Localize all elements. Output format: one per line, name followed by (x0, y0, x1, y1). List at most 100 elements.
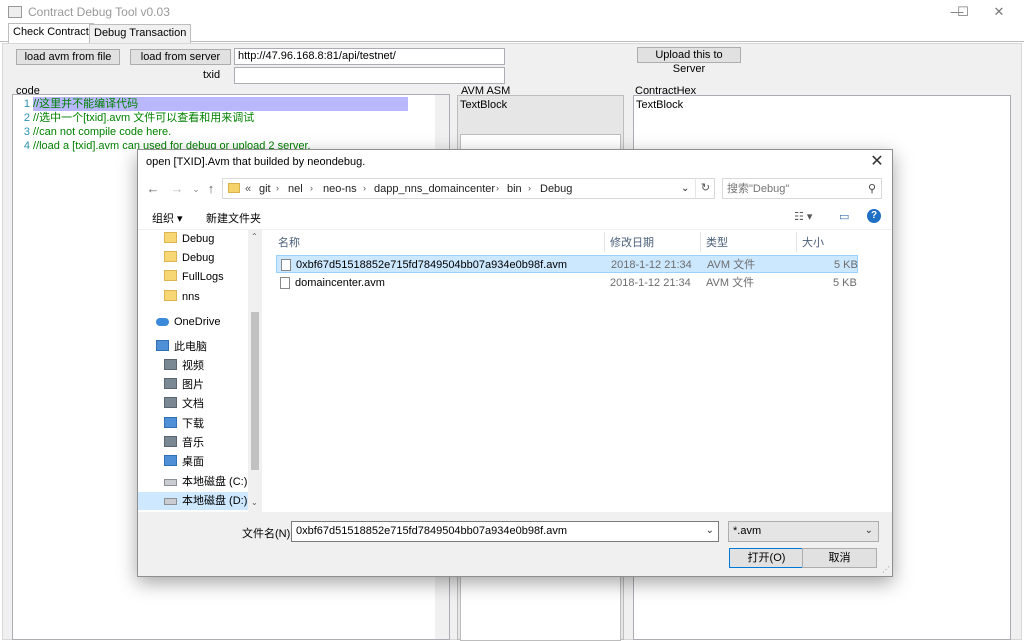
nav-item-label: Debug (182, 233, 215, 245)
code-line: 2//选中一个[txid].avm 文件可以查看和用来调试 (16, 111, 254, 125)
txid-input[interactable] (234, 67, 505, 84)
folder-icon (164, 232, 177, 243)
nav-item-desktop[interactable]: 桌面 (164, 453, 204, 471)
folder-icon (228, 183, 240, 193)
refresh-icon[interactable]: ↻ (695, 178, 715, 199)
search-input[interactable] (727, 181, 857, 196)
resize-grip-icon[interactable]: ⋰ (882, 565, 890, 574)
view-options-icon[interactable]: ☷ ▾ (794, 210, 812, 223)
music-icon (164, 436, 177, 447)
nav-item-pictures[interactable]: 图片 (164, 376, 204, 394)
nav-item-onedrive[interactable]: OneDrive (156, 313, 220, 331)
breadcrumb-nel[interactable]: nel (288, 183, 303, 195)
search-icon[interactable]: ⚲ (868, 182, 876, 195)
nav-item-debug[interactable]: Debug (164, 249, 214, 267)
dialog-footer: 文件名(N): 0xbf67d51518852e715fd7849504bb07… (138, 512, 892, 576)
breadcrumb-overflow[interactable]: « (245, 183, 251, 195)
code-line: 1//这里并不能编译代码 (16, 97, 410, 111)
nav-item-debug[interactable]: Debug (164, 230, 214, 248)
load-from-server-button[interactable]: load from server (130, 49, 231, 65)
navigation-pane: Debug Debug FullLogs nns OneDrive 此电脑 视频… (138, 230, 262, 512)
breadcrumb-debug[interactable]: Debug (540, 183, 572, 195)
video-icon (164, 359, 177, 370)
nav-item-this-pc[interactable]: 此电脑 (156, 338, 207, 356)
code-text: //can not compile code here. (33, 126, 172, 138)
column-header-size[interactable]: 大小 (802, 234, 824, 250)
file-size: 5 KB (833, 277, 857, 289)
nav-item-label: 音乐 (182, 437, 204, 449)
column-divider[interactable] (796, 232, 797, 252)
dialog-toolbar: 组织 ▾ 新建文件夹 ☷ ▾ ▭ ? (138, 206, 892, 230)
breadcrumb-bin[interactable]: bin (507, 183, 522, 195)
nav-item-label: 本地磁盘 (C:) (182, 476, 248, 488)
nav-item-music[interactable]: 音乐 (164, 434, 204, 452)
computer-icon (156, 340, 169, 351)
nav-item-label: 下载 (182, 418, 204, 430)
nav-item-downloads[interactable]: 下载 (164, 415, 204, 433)
nav-item-drive-c[interactable]: 本地磁盘 (C:) (164, 473, 247, 491)
dialog-close-button[interactable]: ✕ (862, 150, 892, 176)
breadcrumb-domaincenter[interactable]: dapp_nns_domaincenter (374, 183, 495, 195)
chevron-right-icon[interactable]: › (363, 183, 366, 193)
file-row[interactable]: 0xbf67d51518852e715fd7849504bb07a934e0b9… (276, 255, 858, 273)
app-icon (8, 6, 22, 18)
picture-icon (164, 378, 177, 389)
filename-input[interactable]: 0xbf67d51518852e715fd7849504bb07a934e0b9… (291, 521, 719, 542)
file-type-select[interactable]: *.avm ⌄ (728, 521, 879, 542)
chevron-right-icon[interactable]: › (496, 183, 499, 193)
drive-icon (164, 479, 177, 486)
line-number: 3 (23, 126, 30, 138)
organize-menu[interactable]: 组织 ▾ (152, 210, 183, 226)
back-icon[interactable]: ← (144, 180, 162, 198)
load-avm-file-button[interactable]: load avm from file (16, 49, 120, 65)
nav-item-videos[interactable]: 视频 (164, 357, 204, 375)
column-header-name[interactable]: 名称 (278, 234, 300, 250)
address-dropdown-icon[interactable]: ⌄ (681, 183, 689, 194)
nav-scroll-thumb[interactable] (251, 312, 259, 470)
chevron-right-icon[interactable]: › (310, 183, 313, 193)
nav-item-fulllogs[interactable]: FullLogs (164, 268, 224, 286)
scroll-down-icon[interactable]: ⌄ (251, 498, 258, 507)
nav-item-label: 文档 (182, 398, 204, 410)
tab-strip: Check Contract Debug Transaction (0, 23, 1024, 43)
download-icon (164, 417, 177, 428)
column-header-type[interactable]: 类型 (706, 234, 728, 250)
code-text: //这里并不能编译代码 (33, 97, 408, 111)
forward-icon[interactable]: → (168, 180, 186, 198)
nav-item-label: nns (182, 291, 200, 303)
chevron-right-icon[interactable]: › (528, 183, 531, 193)
title-bar: Contract Debug Tool v0.03 — ☐ ✕ (0, 0, 1024, 24)
nav-item-drive-d[interactable]: 本地磁盘 (D:) (138, 492, 248, 510)
chevron-down-icon[interactable]: ⌄ (706, 525, 714, 536)
nav-item-nns[interactable]: nns (164, 288, 200, 306)
tab-check-contract[interactable]: Check Contract (8, 23, 94, 43)
file-date: 2018-1-12 21:34 (611, 259, 692, 271)
server-url-input[interactable]: http://47.96.168.8:81/api/testnet/ (234, 48, 505, 65)
filename-label: 文件名(N): (242, 528, 294, 540)
column-header-date[interactable]: 修改日期 (610, 234, 654, 250)
file-row[interactable]: domaincenter.avm 2018-1-12 21:34 AVM 文件 … (276, 274, 858, 292)
file-icon (281, 259, 291, 271)
file-date: 2018-1-12 21:34 (610, 277, 691, 289)
upload-to-server-button[interactable]: Upload this to Server (637, 47, 741, 75)
nav-item-documents[interactable]: 文档 (164, 395, 204, 413)
scroll-up-icon[interactable]: ⌃ (251, 232, 258, 241)
search-box[interactable]: ⚲ (722, 178, 882, 199)
address-bar[interactable]: « git › nel › neo-ns › dapp_nns_domaince… (222, 178, 715, 199)
breadcrumb-neo-ns[interactable]: neo-ns (323, 183, 357, 195)
new-folder-button[interactable]: 新建文件夹 (206, 210, 261, 226)
column-divider[interactable] (604, 232, 605, 252)
column-divider[interactable] (700, 232, 701, 252)
preview-pane-icon[interactable]: ▭ (839, 210, 849, 223)
close-button[interactable]: ✕ (976, 0, 1022, 24)
up-icon[interactable]: ↑ (202, 180, 220, 198)
tab-debug-transaction[interactable]: Debug Transaction (89, 24, 192, 43)
open-button[interactable]: 打开(O) (729, 548, 804, 568)
nav-scrollbar[interactable]: ⌃ ⌄ (248, 230, 262, 512)
chevron-down-icon[interactable]: ⌄ (865, 525, 873, 536)
cancel-button[interactable]: 取消 (802, 548, 877, 568)
file-icon (280, 277, 290, 289)
help-icon[interactable]: ? (867, 209, 881, 223)
breadcrumb-git[interactable]: git (259, 183, 271, 195)
chevron-right-icon[interactable]: › (276, 183, 279, 193)
